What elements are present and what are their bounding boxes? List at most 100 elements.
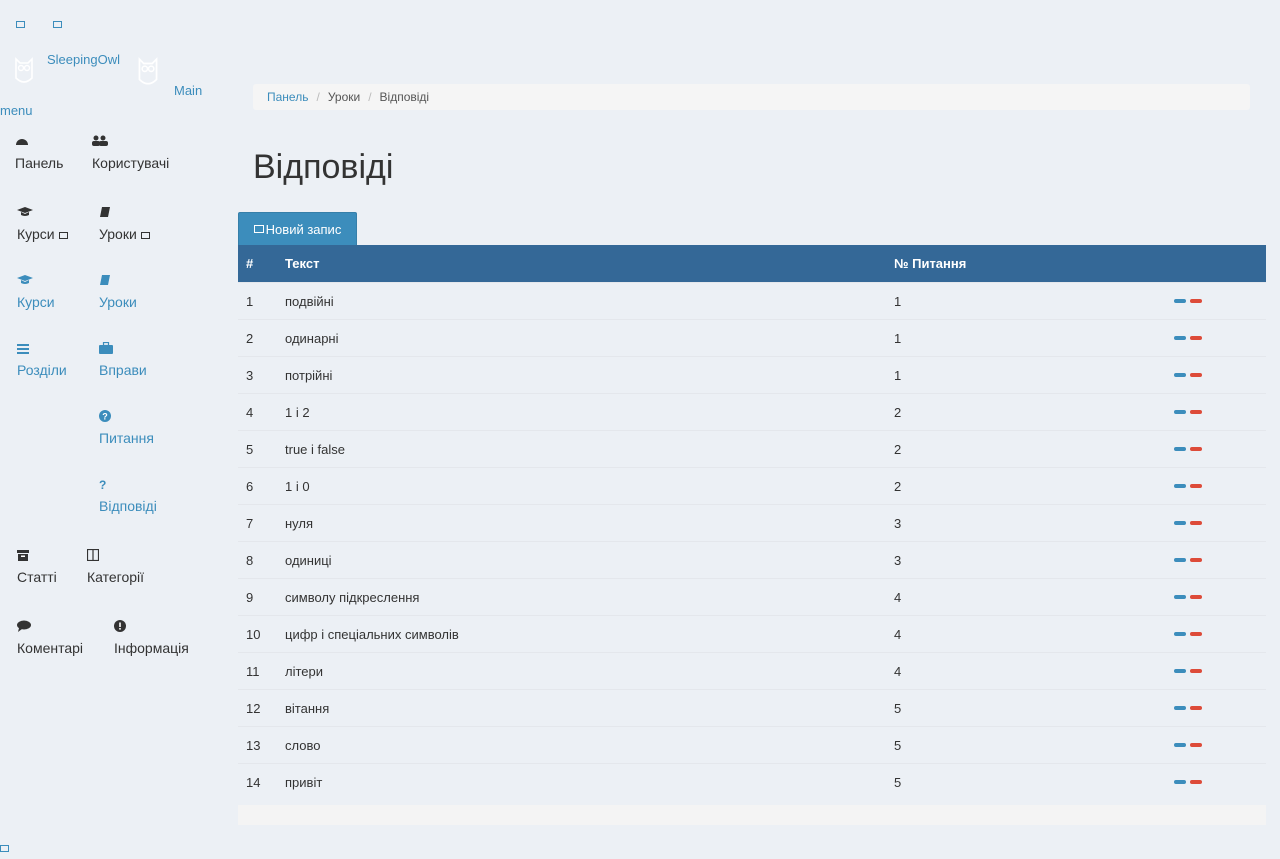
sidebar-item-courses-menu[interactable]: Курси	[17, 206, 68, 242]
breadcrumb-parent: Уроки	[327, 90, 361, 104]
column-header-question[interactable]: № Питання	[886, 245, 1166, 283]
main-menu-link-cont[interactable]: menu	[0, 103, 33, 118]
sidebar-item-dashboard[interactable]: Панель	[15, 135, 63, 171]
columns-icon	[87, 549, 144, 563]
cell-actions	[1166, 541, 1266, 579]
dashboard-icon	[15, 135, 63, 149]
table-row: 41 і 22	[238, 393, 1266, 431]
broken-image-icon	[253, 225, 264, 233]
table-row: 12 вітання 5	[238, 689, 1266, 727]
main-menu-link[interactable]: Main	[174, 83, 202, 98]
graduation-cap-icon	[17, 274, 55, 288]
delete-button[interactable]	[1190, 558, 1202, 562]
cell-index: 1	[238, 282, 277, 320]
cell-text: подвійні	[277, 282, 886, 320]
table-row: 13 слово 5	[238, 726, 1266, 764]
cell-text: привіт	[277, 763, 886, 800]
cell-index: 10	[238, 615, 277, 653]
edit-button[interactable]	[1174, 336, 1186, 340]
edit-button[interactable]	[1174, 521, 1186, 525]
cell-question: 5	[886, 763, 1166, 800]
edit-button[interactable]	[1174, 669, 1186, 673]
new-record-label: Новий запис	[265, 221, 342, 237]
column-header-text[interactable]: Текст	[277, 245, 886, 283]
breadcrumb-home-link[interactable]: Панель	[267, 90, 308, 104]
cell-question: 1	[886, 319, 1166, 357]
cell-question: 3	[886, 541, 1166, 579]
cell-index: 8	[238, 541, 277, 579]
cell-text: вітання	[277, 689, 886, 727]
cell-question: 1	[886, 356, 1166, 394]
column-header-index[interactable]: #	[238, 245, 277, 283]
delete-button[interactable]	[1190, 373, 1202, 377]
cell-actions	[1166, 356, 1266, 394]
delete-button[interactable]	[1190, 336, 1202, 340]
cell-text: символу підкреслення	[277, 578, 886, 616]
question-circle-icon: ?	[99, 410, 154, 424]
edit-button[interactable]	[1174, 373, 1186, 377]
sidebar-item-sections[interactable]: Розділи	[17, 342, 67, 378]
table-row: 1 подвійні 1	[238, 282, 1266, 320]
delete-button[interactable]	[1190, 484, 1202, 488]
edit-button[interactable]	[1174, 595, 1186, 599]
cell-index: 2	[238, 319, 277, 357]
owl-logo-icon	[136, 56, 158, 86]
edit-button[interactable]	[1174, 558, 1186, 562]
delete-button[interactable]	[1190, 706, 1202, 710]
cell-text: 1 і 0	[277, 467, 886, 505]
sidebar-item-info[interactable]: Інформація	[114, 620, 189, 656]
cell-actions	[1166, 726, 1266, 764]
broken-image-icon	[58, 232, 68, 239]
cell-question: 2	[886, 393, 1166, 431]
cell-actions	[1166, 319, 1266, 357]
cell-index: 5	[238, 430, 277, 468]
sidebar-item-users[interactable]: Користувачі	[92, 135, 169, 171]
sidebar-item-lessons-menu[interactable]: Уроки	[99, 206, 150, 242]
edit-button[interactable]	[1174, 447, 1186, 451]
new-record-button[interactable]: Новий запис	[238, 212, 357, 245]
cell-text: нуля	[277, 504, 886, 542]
delete-button[interactable]	[1190, 521, 1202, 525]
cell-actions	[1166, 763, 1266, 800]
delete-button[interactable]	[1190, 410, 1202, 414]
delete-button[interactable]	[1190, 632, 1202, 636]
cell-index: 9	[238, 578, 277, 616]
edit-button[interactable]	[1174, 484, 1186, 488]
delete-button[interactable]	[1190, 780, 1202, 784]
sidebar-item-courses[interactable]: Курси	[17, 274, 55, 310]
cell-text: слово	[277, 726, 886, 764]
table-row: 5 true і false 2	[238, 430, 1266, 468]
edit-button[interactable]	[1174, 410, 1186, 414]
table-row: 9 символу підкреслення 4	[238, 578, 1266, 616]
edit-button[interactable]	[1174, 706, 1186, 710]
delete-button[interactable]	[1190, 299, 1202, 303]
sidebar-item-comments[interactable]: Коментарі	[17, 620, 83, 656]
delete-button[interactable]	[1190, 669, 1202, 673]
cell-index: 6	[238, 467, 277, 505]
sidebar-item-lessons[interactable]: Уроки	[99, 274, 137, 310]
sidebar-item-categories[interactable]: Категорії	[87, 549, 144, 585]
edit-button[interactable]	[1174, 299, 1186, 303]
delete-button[interactable]	[1190, 595, 1202, 599]
sidebar-item-answers[interactable]: ? Відповіді	[99, 478, 157, 514]
column-header-actions	[1166, 245, 1266, 283]
brand-link[interactable]: SleepingOwl	[47, 52, 120, 67]
table-footer	[238, 805, 1266, 825]
cell-question: 4	[886, 615, 1166, 653]
table-row: 7 нуля 3	[238, 504, 1266, 542]
list-icon	[17, 342, 67, 356]
table-row: 2 одинарні 1	[238, 319, 1266, 357]
edit-button[interactable]	[1174, 743, 1186, 747]
edit-button[interactable]	[1174, 780, 1186, 784]
delete-button[interactable]	[1190, 447, 1202, 451]
sidebar-item-questions[interactable]: ? Питання	[99, 410, 154, 446]
cell-actions	[1166, 393, 1266, 431]
edit-button[interactable]	[1174, 632, 1186, 636]
page-title: Відповіді	[253, 148, 394, 186]
delete-button[interactable]	[1190, 743, 1202, 747]
sidebar-item-exercises[interactable]: Вправи	[99, 342, 147, 378]
sidebar-item-articles[interactable]: Статті	[17, 549, 57, 585]
cell-question: 5	[886, 726, 1166, 764]
question-icon: ?	[99, 478, 107, 492]
cell-question: 2	[886, 430, 1166, 468]
